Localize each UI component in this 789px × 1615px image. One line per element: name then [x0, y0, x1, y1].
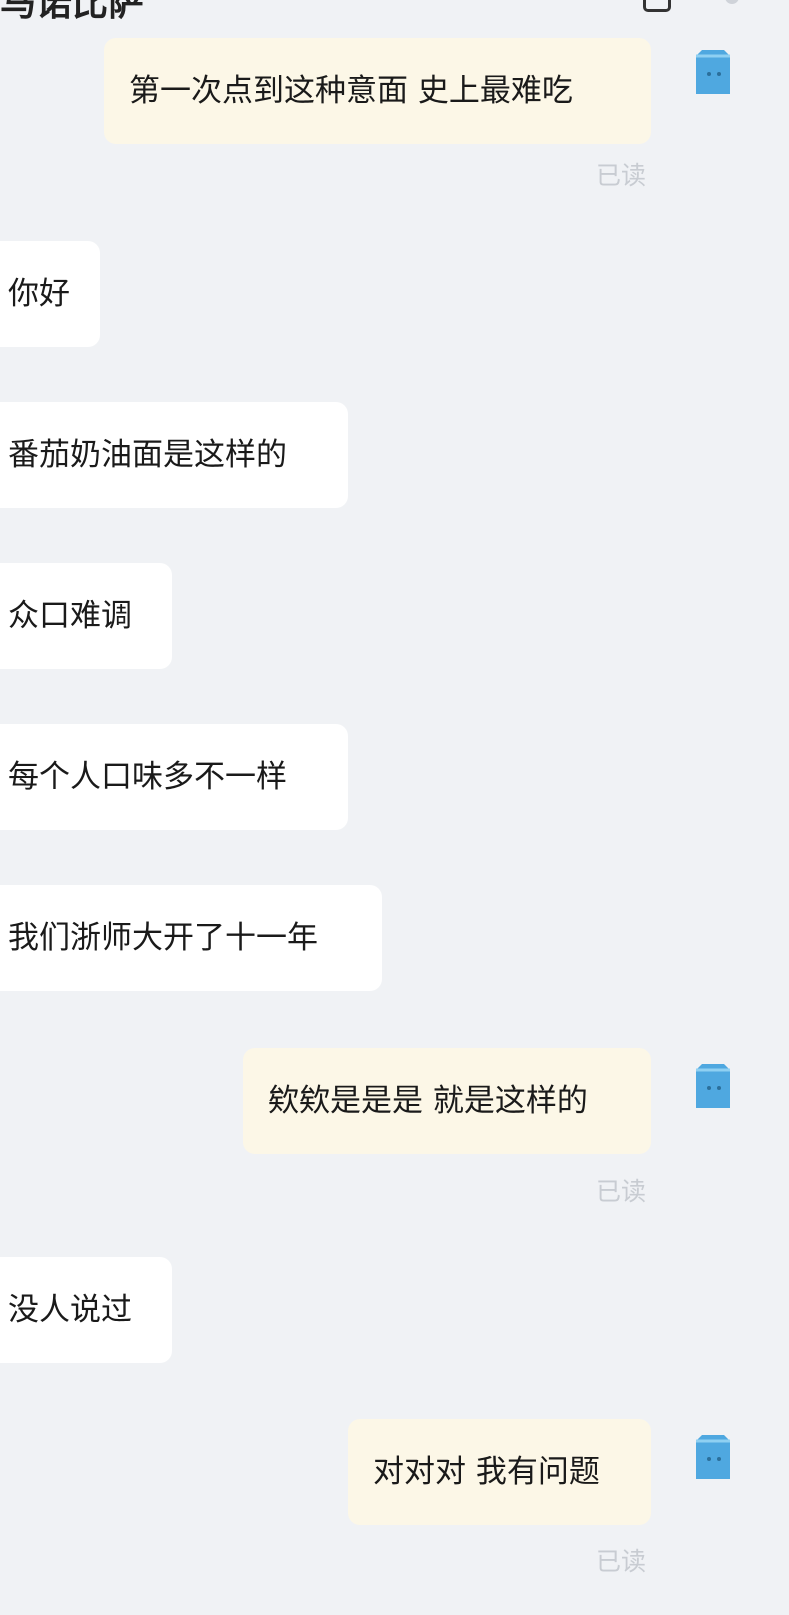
user-avatar-icon[interactable] [688, 1062, 738, 1112]
incoming-message-bubble[interactable]: 众口难调 [0, 563, 172, 669]
outgoing-message-bubble[interactable]: 第一次点到这种意面 史上最难吃 [104, 38, 651, 144]
shop-icon[interactable] [643, 0, 671, 12]
message-text: 没人说过 [8, 1292, 132, 1328]
incoming-message-bubble[interactable]: 你好 [0, 241, 100, 347]
incoming-message-bubble[interactable]: 番茄奶油面是这样的 [0, 402, 348, 508]
read-status: 已读 [596, 161, 647, 190]
user-avatar-icon[interactable] [688, 1433, 738, 1483]
message-text: 第一次点到这种意面 史上最难吃 [129, 73, 573, 109]
incoming-message-bubble[interactable]: 每个人口味多不一样 [0, 724, 348, 830]
outgoing-message-bubble[interactable]: 欸欸是是是 就是这样的 [243, 1048, 651, 1154]
message-text: 欸欸是是是 就是这样的 [268, 1083, 588, 1119]
message-text: 对对对 我有问题 [373, 1454, 600, 1490]
message-text: 你好 [8, 276, 70, 312]
chat-header: 马诺比萨 [0, 0, 789, 24]
message-text: 番茄奶油面是这样的 [8, 437, 287, 473]
more-icon[interactable] [725, 0, 739, 4]
message-text: 每个人口味多不一样 [8, 759, 287, 795]
read-status: 已读 [596, 1547, 647, 1576]
read-status: 已读 [596, 1177, 647, 1206]
incoming-message-bubble[interactable]: 我们浙师大开了十一年 [0, 885, 382, 991]
message-text: 我们浙师大开了十一年 [8, 920, 318, 956]
user-avatar-icon[interactable] [688, 48, 738, 98]
message-text: 众口难调 [8, 598, 132, 634]
chat-title: 马诺比萨 [0, 0, 145, 24]
outgoing-message-bubble[interactable]: 对对对 我有问题 [348, 1419, 651, 1525]
incoming-message-bubble[interactable]: 没人说过 [0, 1257, 172, 1363]
